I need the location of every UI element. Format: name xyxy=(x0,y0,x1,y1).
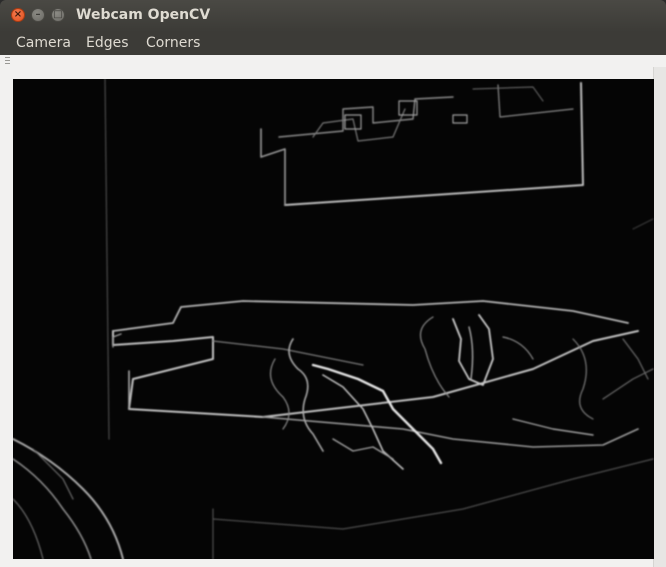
window-title: Webcam OpenCV xyxy=(76,7,211,23)
window-right-edge xyxy=(653,67,666,567)
title-bar[interactable]: × – □ Webcam OpenCV xyxy=(0,0,666,32)
toolbar-grip-icon[interactable] xyxy=(5,57,11,65)
webcam-edge-image xyxy=(13,79,654,559)
toolbar xyxy=(0,55,666,67)
menu-edges[interactable]: Edges xyxy=(86,34,129,52)
menu-bar: Camera Edges Corners xyxy=(0,32,666,55)
menu-camera[interactable]: Camera xyxy=(16,34,71,52)
client-area xyxy=(0,67,666,567)
maximize-icon[interactable]: □ xyxy=(51,8,65,22)
close-icon[interactable]: × xyxy=(11,8,25,22)
edge-detection-frame xyxy=(13,79,654,559)
menu-corners[interactable]: Corners xyxy=(146,34,200,52)
minimize-icon[interactable]: – xyxy=(31,8,45,22)
app-window: × – □ Webcam OpenCV Camera Edges Corners xyxy=(0,0,666,567)
